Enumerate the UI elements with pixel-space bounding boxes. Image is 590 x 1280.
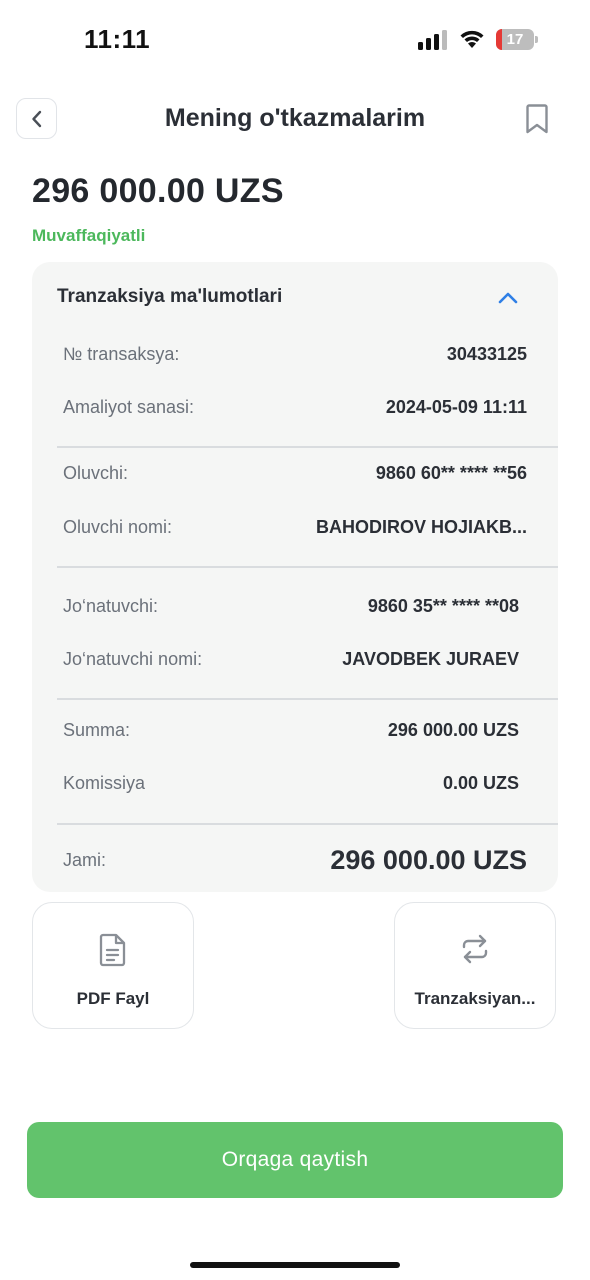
status-bar: 11:11 17 [0,0,590,80]
battery-level: 17 [506,31,524,48]
row-label: № transaksya: [63,343,180,364]
go-back-button[interactable]: Orqaga qaytish [27,1122,563,1198]
battery-icon: 17 [496,29,538,50]
pdf-file-button[interactable]: PDF Fayl [32,902,194,1029]
card-title: Tranzaksiya ma'lumotlari [57,286,283,307]
divider [57,566,558,568]
row-value: 9860 60** **** **56 [375,462,527,483]
detail-row-sender: Jo‘natuvchi: 9860 35** **** **08 [63,591,519,621]
row-value: 2024-05-09 11:11 [385,396,527,417]
detail-row-total: Jami: 296 000.00 UZS [63,842,527,878]
detail-row-sender-name: Jo‘natuvchi nomi: JAVODBEK JURAEV [63,644,519,674]
bookmark-icon [526,104,548,134]
row-value: 30433125 [446,343,527,364]
divider [57,823,558,825]
divider [57,446,558,448]
detail-row-operation-date: Amaliyot sanasi: 2024-05-09 11:11 [63,392,527,422]
transaction-details-card: Tranzaksiya ma'lumotlari № transaksya: 3… [32,262,558,892]
repeat-icon [462,934,488,964]
chevron-up-icon[interactable] [496,288,520,308]
status-badge: Muvaffaqiyatli [32,226,146,245]
signal-icon [418,30,447,50]
bookmark-button[interactable] [520,100,554,138]
row-label: Jo‘natuvchi: [63,595,159,616]
detail-row-sum: Summa: 296 000.00 UZS [63,715,519,745]
amount-value: 296 000.00 UZS [32,172,284,210]
document-icon [99,933,126,967]
page-title: Mening o'tkazmalarim [164,104,426,132]
row-value: BAHODIROV HOJIAKB... [315,516,527,537]
row-value-total: 296 000.00 UZS [330,844,527,875]
detail-row-receiver: Oluvchi: 9860 60** **** **56 [63,458,527,488]
row-value: 296 000.00 UZS [387,719,519,740]
back-button[interactable] [16,98,57,139]
row-value: JAVODBEK JURAEV [342,648,519,669]
row-label: Oluvchi: [63,462,129,483]
detail-row-commission: Komissiya 0.00 UZS [63,768,519,798]
row-label: Amaliyot sanasi: [63,396,195,417]
wifi-icon [460,30,484,48]
tile-label: Tranzaksiyan... [414,989,536,1008]
tile-icon-wrap [395,933,555,967]
row-label: Jami: [63,849,107,870]
row-value: 9860 35** **** **08 [367,595,519,616]
home-indicator [190,1262,400,1268]
row-label: Komissiya [63,772,146,793]
row-label: Summa: [63,719,131,740]
divider [57,698,558,700]
row-label: Oluvchi nomi: [63,516,173,537]
chevron-left-icon [31,110,41,127]
repeat-transaction-button[interactable]: Tranzaksiyan... [394,902,556,1029]
tile-icon-wrap [33,933,193,967]
battery-body: 17 [496,29,534,50]
detail-row-transaction-id: № transaksya: 30433125 [63,339,527,369]
status-time: 11:11 [84,24,151,54]
detail-row-receiver-name: Oluvchi nomi: BAHODIROV HOJIAKB... [63,512,527,542]
battery-tip [535,36,538,43]
tile-label: PDF Fayl [76,989,150,1008]
row-label: Jo‘natuvchi nomi: [63,648,203,669]
row-value: 0.00 UZS [442,772,519,793]
